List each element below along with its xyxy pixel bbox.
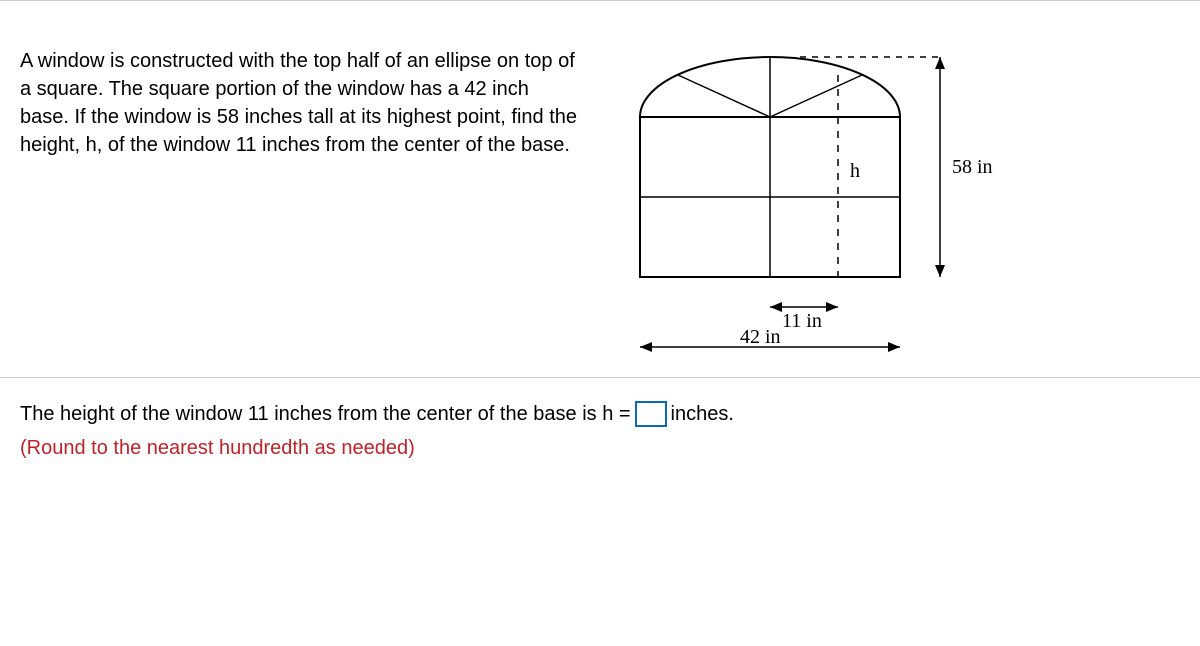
answer-prefix: The height of the window 11 inches from … [20,398,631,430]
window-figure: 58 in h [600,47,1020,367]
answer-suffix: inches. [671,398,734,430]
page: A window is constructed with the top hal… [0,0,1200,646]
inner-width-label: 11 in [782,310,822,332]
height-var-label: h [850,160,860,182]
top-row: A window is constructed with the top hal… [0,7,1200,378]
round-note: (Round to the nearest hundredth as neede… [20,432,1180,464]
base-width-label: 42 in [740,326,781,348]
figure-area: 58 in h [600,47,1180,367]
total-height-label: 58 in [952,156,993,178]
problem-statement: A window is constructed with the top hal… [20,47,600,159]
answer-line: The height of the window 11 inches from … [20,398,1180,430]
answer-input[interactable] [635,401,667,427]
answer-section: The height of the window 11 inches from … [0,378,1200,464]
